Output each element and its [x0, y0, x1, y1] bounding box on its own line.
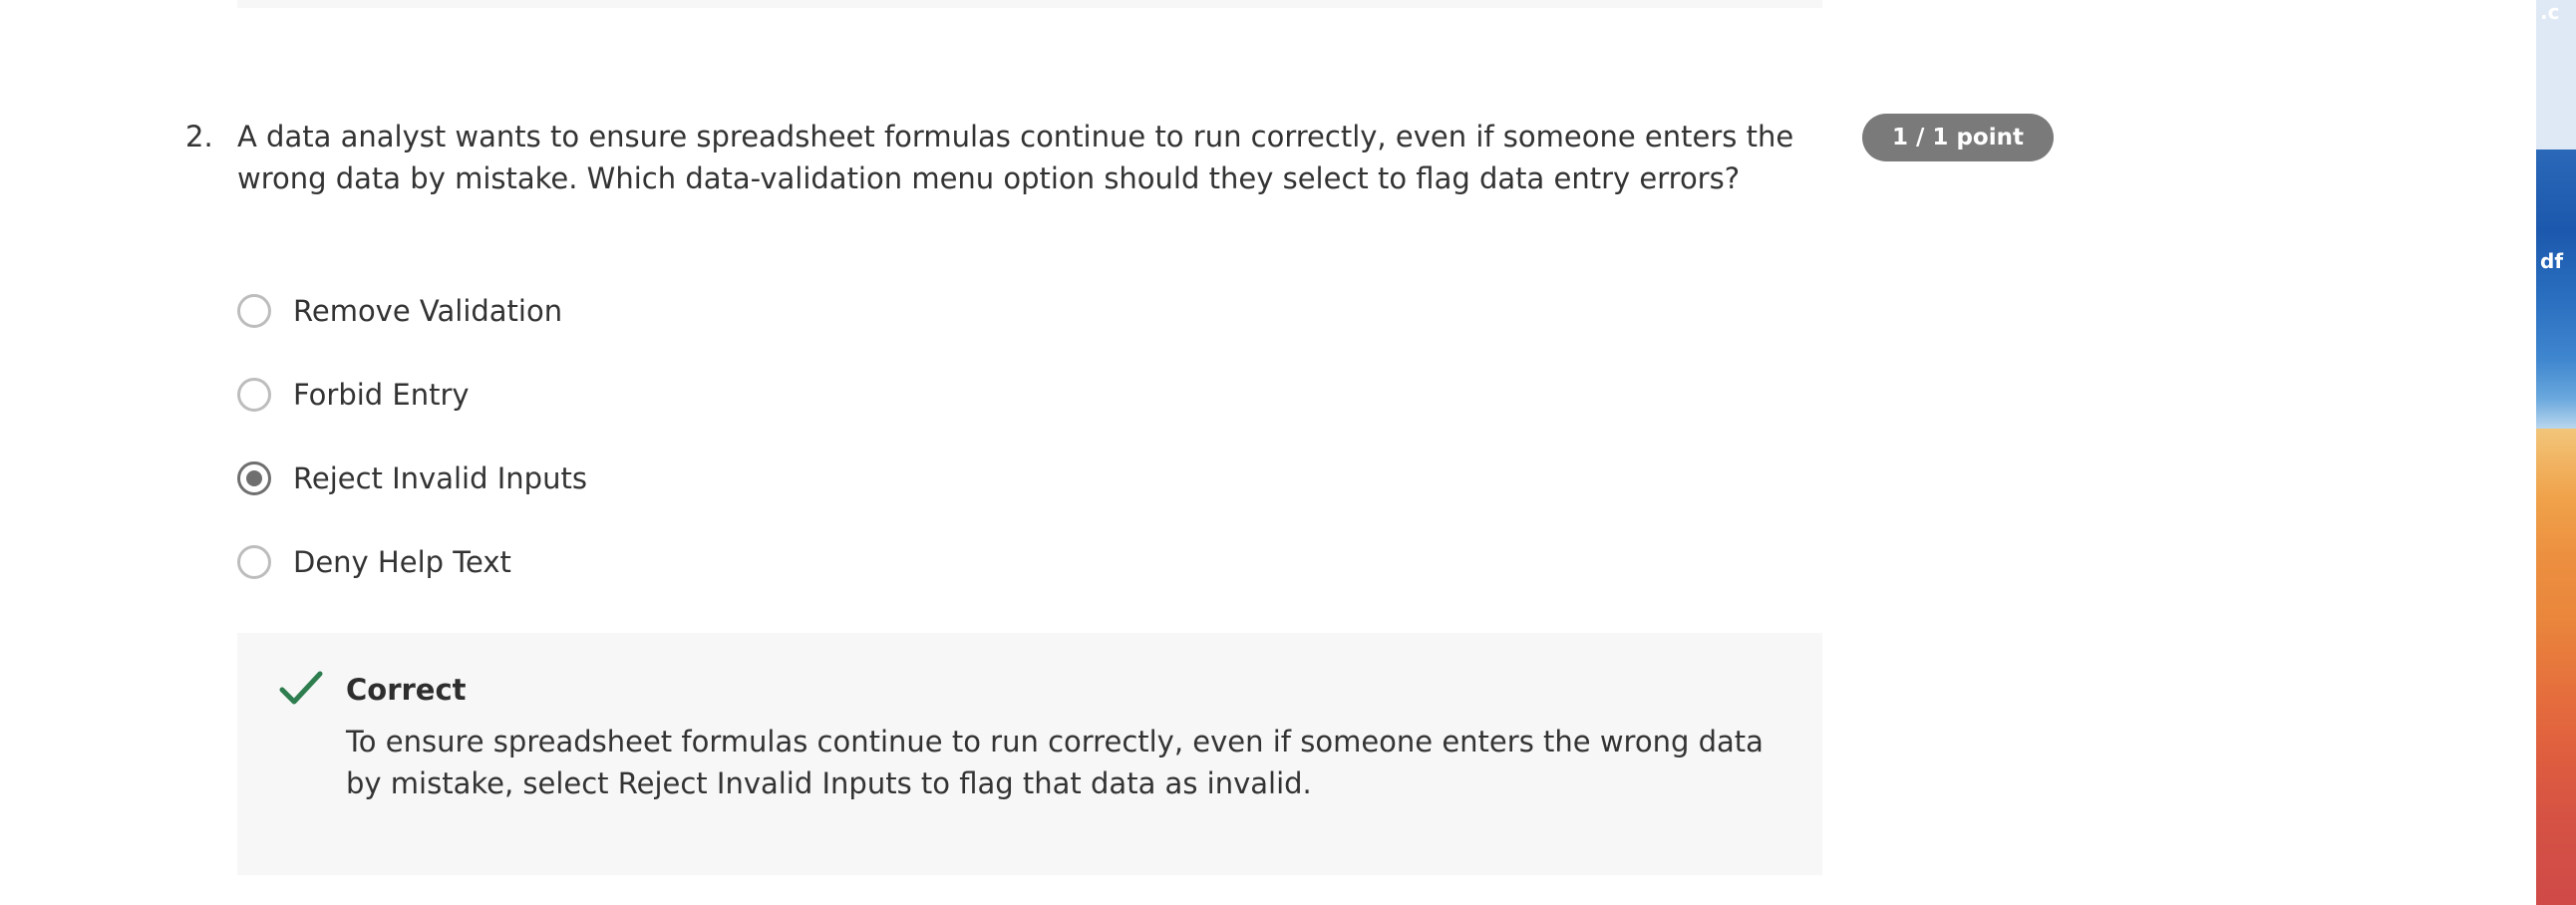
points-badge: 1 / 1 point [1862, 114, 2054, 161]
radio-button-selected[interactable] [237, 461, 271, 495]
option-label: Forbid Entry [293, 378, 470, 412]
option-label: Remove Validation [293, 294, 563, 328]
previous-feedback-panel [237, 0, 1822, 8]
question-number: 2. [185, 120, 213, 153]
option-forbid-entry[interactable]: Forbid Entry [237, 353, 587, 437]
option-label: Deny Help Text [293, 545, 511, 579]
quiz-page: 2. A data analyst wants to ensure spread… [0, 0, 2576, 905]
feedback-status: Correct [346, 673, 467, 707]
radio-button[interactable] [237, 378, 271, 412]
radio-button[interactable] [237, 545, 271, 579]
desktop-file-label[interactable]: df [2540, 249, 2563, 273]
desktop-wallpaper-edge [2536, 0, 2576, 905]
option-reject-invalid-inputs[interactable]: Reject Invalid Inputs [237, 437, 587, 520]
option-deny-help-text[interactable]: Deny Help Text [237, 520, 587, 604]
radio-button[interactable] [237, 294, 271, 328]
question-text: A data analyst wants to ensure spreadshe… [237, 120, 1794, 195]
desktop-file-label[interactable]: .c [2540, 0, 2559, 24]
feedback-panel: Correct To ensure spreadsheet formulas c… [237, 633, 1822, 875]
option-label: Reject Invalid Inputs [293, 461, 587, 495]
feedback-explanation: To ensure spreadsheet formulas continue … [346, 725, 1764, 800]
option-remove-validation[interactable]: Remove Validation [237, 269, 587, 353]
checkmark-icon [279, 671, 323, 705]
answer-options: Remove Validation Forbid Entry Reject In… [237, 269, 587, 604]
